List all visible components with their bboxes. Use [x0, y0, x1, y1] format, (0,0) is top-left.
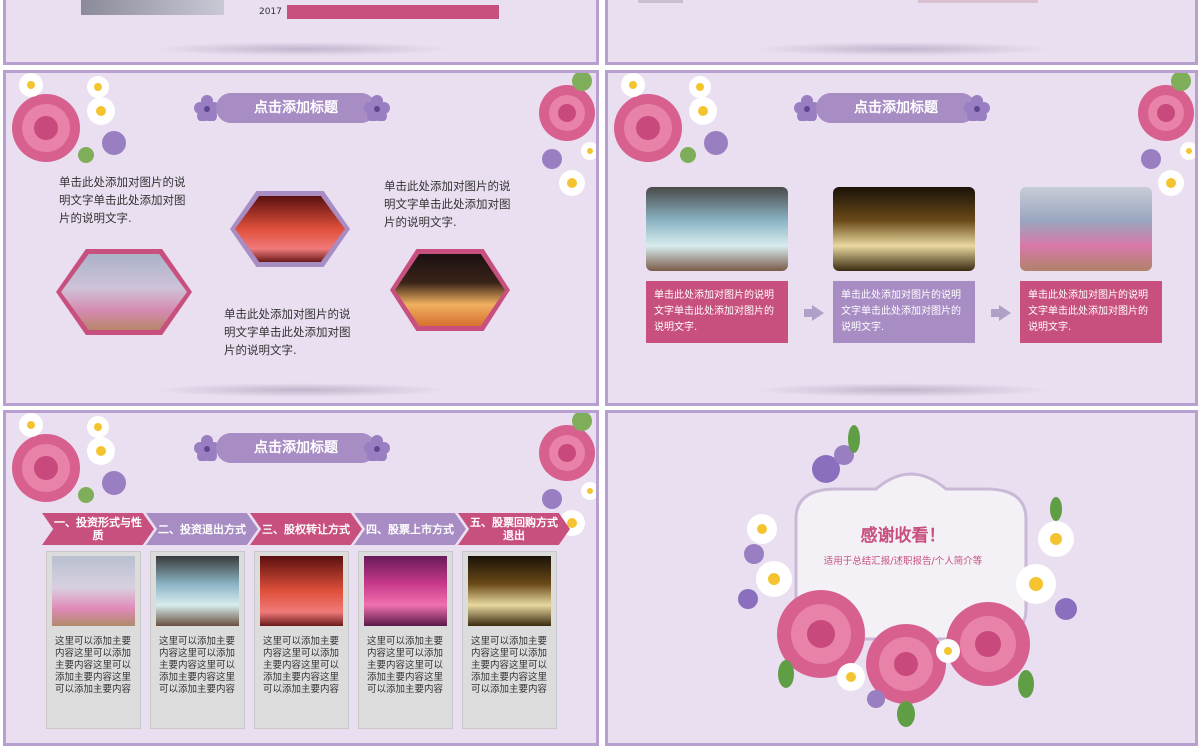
- step-card-1[interactable]: 这里可以添加主要内容这里可以添加主要内容这里可以添加主要内容这里可以添加主要内容: [46, 551, 141, 729]
- corner-flower-top-left: [12, 413, 126, 503]
- hex-photo-3[interactable]: [390, 249, 510, 331]
- caption-bottom[interactable]: 单击此处添加对图片的说明文字单击此处添加对图片的说明文字.: [224, 305, 359, 359]
- photo: [260, 556, 343, 626]
- photo-2[interactable]: [833, 187, 975, 271]
- arrow-right-icon: [804, 305, 824, 321]
- photo-3[interactable]: [1020, 187, 1152, 271]
- flower-right-icon: [364, 435, 390, 461]
- slide-five-steps[interactable]: 点击添加标题 一、投资形式与性质 二、投资退出方式 三、股权转让方式 四、股票上…: [3, 410, 599, 746]
- photo-thumb: [81, 0, 224, 15]
- timeline-bar: [287, 5, 499, 19]
- flower-right-icon: [964, 95, 990, 121]
- corner-flower-top-right: [1138, 73, 1195, 196]
- caption-top-left[interactable]: 单击此处添加对图片的说明文字单击此处添加对图片的说明文字.: [59, 173, 194, 227]
- step-3[interactable]: 三、股权转让方式: [250, 513, 362, 545]
- year-label: 2017: [259, 7, 282, 17]
- step-card-3[interactable]: 这里可以添加主要内容这里可以添加主要内容这里可以添加主要内容这里可以添加主要内容: [254, 551, 349, 729]
- step-1[interactable]: 一、投资形式与性质: [42, 513, 154, 545]
- flower-right-icon: [364, 95, 390, 121]
- card-text: 这里可以添加主要内容这里可以添加主要内容这里可以添加主要内容这里可以添加主要内容: [367, 636, 444, 695]
- slide-thank-you[interactable]: 感谢收看！ 适用于总结汇报/述职报告/个人简介等: [605, 410, 1198, 746]
- slide-title[interactable]: 点击添加标题: [216, 93, 376, 123]
- slide-shadow: [751, 42, 1052, 56]
- thank-you-title[interactable]: 感谢收看！: [608, 521, 1195, 546]
- slide-three-photos[interactable]: 点击添加标题 单击此处添加对图片的说明文字单击此处添加对图片的说明文字. 单击此…: [605, 70, 1198, 406]
- slide-shadow: [151, 42, 451, 56]
- slide-title[interactable]: 点击添加标题: [816, 93, 976, 123]
- caption-top-right[interactable]: 单击此处添加对图片的说明文字单击此处添加对图片的说明文字.: [384, 177, 519, 231]
- photo: [52, 556, 135, 626]
- photo-1[interactable]: [646, 187, 788, 271]
- photo: [395, 254, 505, 326]
- bar-segment-right: [918, 0, 1038, 3]
- photo: [235, 196, 345, 262]
- arrow-right-icon: [991, 305, 1011, 321]
- photo: [156, 556, 239, 626]
- card-text: 这里可以添加主要内容这里可以添加主要内容这里可以添加主要内容这里可以添加主要内容: [471, 636, 548, 695]
- slide-hexagon-photos[interactable]: 点击添加标题 单击此处添加对图片的说明文字单击此处添加对图片的说明文字. 单击此…: [3, 70, 599, 406]
- slide-shadow: [751, 383, 1052, 397]
- bar-segment-left: [638, 0, 683, 3]
- hex-photo-2[interactable]: [230, 191, 350, 267]
- photo: [61, 254, 187, 330]
- slide-shadow: [151, 383, 451, 397]
- step-card-4[interactable]: 这里可以添加主要内容这里可以添加主要内容这里可以添加主要内容这里可以添加主要内容: [358, 551, 453, 729]
- caption-box-3[interactable]: 单击此处添加对图片的说明文字单击此处添加对图片的说明文字.: [1020, 281, 1162, 343]
- photo: [468, 556, 551, 626]
- thank-you-subtitle[interactable]: 适用于总结汇报/述职报告/个人简介等: [608, 553, 1195, 567]
- slide-top-left[interactable]: 2017: [3, 0, 599, 65]
- corner-flower-top-right: [539, 73, 596, 196]
- hex-photo-1[interactable]: [56, 249, 192, 335]
- step-2[interactable]: 二、投资退出方式: [146, 513, 258, 545]
- slide-title[interactable]: 点击添加标题: [216, 433, 376, 463]
- caption-box-2[interactable]: 单击此处添加对图片的说明文字单击此处添加对图片的说明文字.: [833, 281, 975, 343]
- caption-box-1[interactable]: 单击此处添加对图片的说明文字单击此处添加对图片的说明文字.: [646, 281, 788, 343]
- step-card-2[interactable]: 这里可以添加主要内容这里可以添加主要内容这里可以添加主要内容这里可以添加主要内容: [150, 551, 245, 729]
- step-5[interactable]: 五、股票回购方式退出: [458, 513, 570, 545]
- step-card-5[interactable]: 这里可以添加主要内容这里可以添加主要内容这里可以添加主要内容这里可以添加主要内容: [462, 551, 557, 729]
- corner-flower-top-left: [614, 73, 728, 163]
- corner-flower-top-left: [12, 73, 126, 163]
- card-text: 这里可以添加主要内容这里可以添加主要内容这里可以添加主要内容这里可以添加主要内容: [55, 636, 132, 695]
- slide-top-right[interactable]: [605, 0, 1198, 65]
- step-4[interactable]: 四、股票上市方式: [354, 513, 466, 545]
- floral-frame: [738, 425, 1077, 727]
- photo: [364, 556, 447, 626]
- card-text: 这里可以添加主要内容这里可以添加主要内容这里可以添加主要内容这里可以添加主要内容: [263, 636, 340, 695]
- card-text: 这里可以添加主要内容这里可以添加主要内容这里可以添加主要内容这里可以添加主要内容: [159, 636, 236, 695]
